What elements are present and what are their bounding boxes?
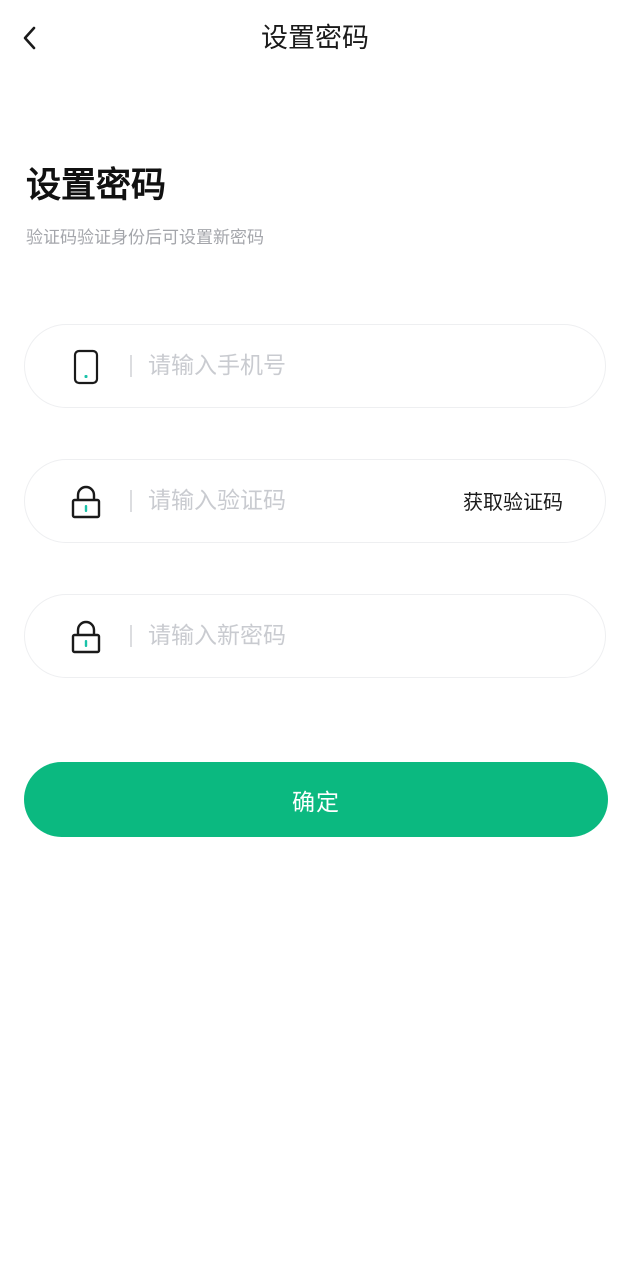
field-divider	[130, 490, 132, 512]
phone-icon	[69, 347, 103, 387]
nav-title: 设置密码	[261, 23, 369, 54]
new-password-input[interactable]	[148, 615, 438, 657]
confirm-label: 确定	[292, 789, 340, 816]
verification-code-field: 获取验证码	[24, 459, 606, 543]
get-code-button[interactable]: 获取验证码	[463, 488, 563, 516]
confirm-button[interactable]: 确定	[24, 762, 608, 837]
nav-bar: 设置密码	[0, 0, 630, 78]
phone-input[interactable]	[148, 345, 438, 387]
new-password-field	[24, 594, 606, 678]
field-divider	[130, 355, 132, 377]
phone-field	[24, 324, 606, 408]
page-subheading: 验证码验证身份后可设置新密码	[26, 228, 264, 248]
page-heading: 设置密码	[26, 166, 167, 206]
lock-icon	[69, 617, 103, 657]
lock-icon	[69, 482, 103, 522]
field-divider	[130, 625, 132, 647]
verification-code-input[interactable]	[148, 480, 438, 522]
